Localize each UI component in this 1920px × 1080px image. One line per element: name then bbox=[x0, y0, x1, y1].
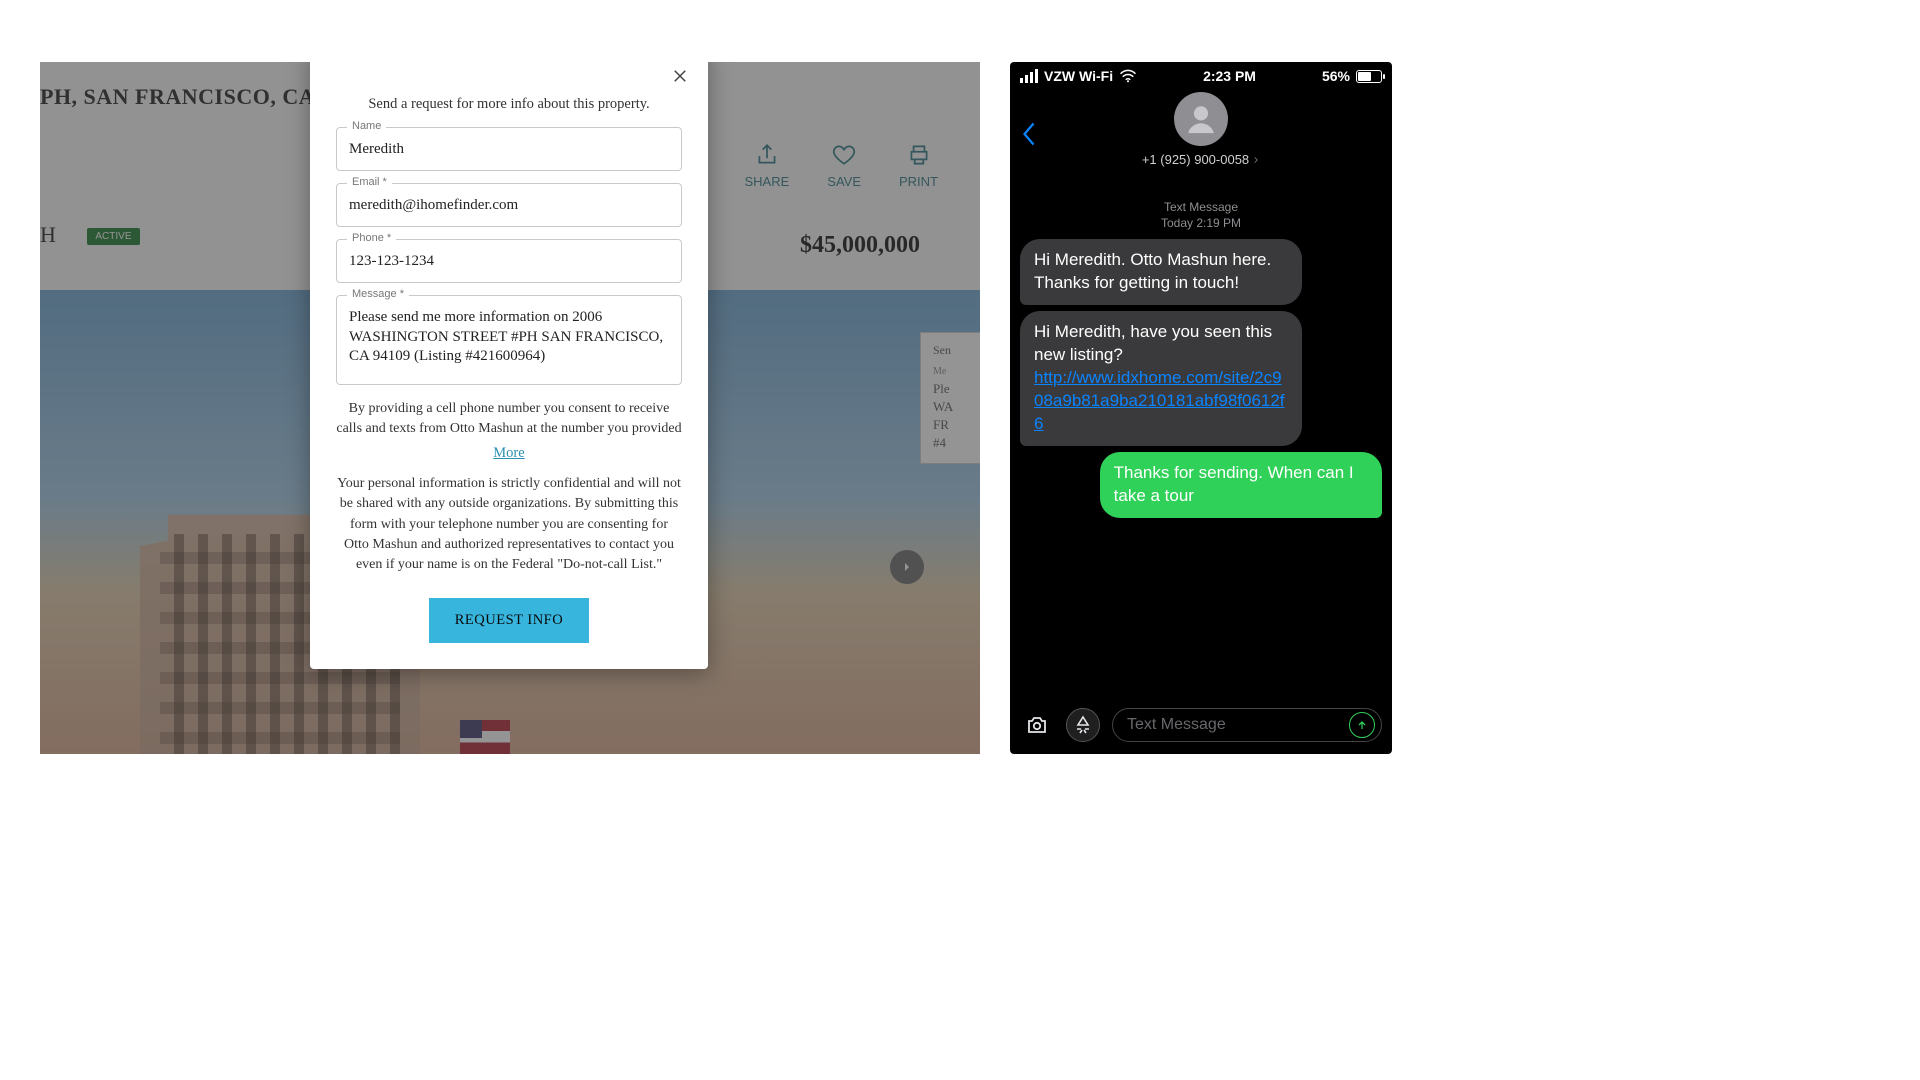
chevron-right-icon bbox=[1252, 156, 1260, 164]
outgoing-message: Thanks for sending. When can I take a to… bbox=[1100, 452, 1382, 518]
phone-field-wrapper: Phone * bbox=[336, 239, 682, 283]
message-input[interactable]: Text Message bbox=[1112, 708, 1382, 742]
contact-number-row[interactable]: +1 (925) 900-0058 bbox=[1142, 152, 1260, 167]
message-link[interactable]: http://www.idxhome.com/site/2c908a9b81a9… bbox=[1034, 368, 1285, 433]
camera-button[interactable] bbox=[1020, 708, 1054, 742]
name-field-wrapper: Name bbox=[336, 127, 682, 171]
message-placeholder: Text Message bbox=[1127, 716, 1349, 734]
more-link[interactable]: More bbox=[336, 445, 682, 462]
listing-screenshot: PH, SAN FRANCISCO, CA SHARE SAVE PRINT H… bbox=[40, 62, 980, 754]
email-label: Email * bbox=[347, 176, 392, 188]
arrow-up-icon bbox=[1356, 719, 1368, 731]
battery-pct: 56% bbox=[1322, 68, 1350, 84]
modal-close-button[interactable] bbox=[666, 62, 694, 90]
camera-icon bbox=[1025, 713, 1049, 737]
back-button[interactable] bbox=[1020, 120, 1038, 153]
message-text: Hi Meredith, have you seen this new list… bbox=[1034, 322, 1272, 364]
incoming-message: Hi Meredith, have you seen this new list… bbox=[1020, 311, 1302, 446]
message-list[interactable]: Hi Meredith. Otto Mashun here. Thanks fo… bbox=[1010, 239, 1392, 704]
close-icon bbox=[671, 67, 689, 85]
message-composer: Text Message bbox=[1010, 704, 1392, 754]
consent-text: By providing a cell phone number you con… bbox=[336, 399, 682, 440]
status-left: VZW Wi-Fi bbox=[1020, 68, 1137, 84]
message-field-wrapper: Message * bbox=[336, 295, 682, 385]
phone-input[interactable] bbox=[349, 253, 669, 270]
request-info-button[interactable]: REQUEST INFO bbox=[429, 598, 589, 643]
phone-frame: VZW Wi-Fi 2:23 PM 56% +1 (925) 900-0058 … bbox=[1010, 62, 1392, 754]
meta-line2: Today 2:19 PM bbox=[1010, 216, 1392, 232]
chevron-left-icon bbox=[1020, 120, 1038, 148]
app-store-button[interactable] bbox=[1066, 708, 1100, 742]
contact-number: +1 (925) 900-0058 bbox=[1142, 152, 1249, 167]
email-input[interactable] bbox=[349, 197, 669, 214]
phone-label: Phone * bbox=[347, 232, 396, 244]
person-icon bbox=[1184, 102, 1218, 136]
message-label: Message * bbox=[347, 288, 409, 300]
signal-icon bbox=[1020, 69, 1038, 83]
contact-avatar[interactable] bbox=[1174, 92, 1228, 146]
send-button[interactable] bbox=[1349, 712, 1375, 738]
carrier-label: VZW Wi-Fi bbox=[1044, 68, 1113, 84]
message-meta: Text Message Today 2:19 PM bbox=[1010, 200, 1392, 231]
status-right: 56% bbox=[1322, 68, 1382, 84]
message-textarea[interactable] bbox=[349, 308, 669, 367]
incoming-message: Hi Meredith. Otto Mashun here. Thanks fo… bbox=[1020, 239, 1302, 305]
status-bar: VZW Wi-Fi 2:23 PM 56% bbox=[1010, 62, 1392, 90]
app-store-icon bbox=[1071, 713, 1095, 737]
meta-line1: Text Message bbox=[1010, 200, 1392, 216]
battery-icon bbox=[1356, 70, 1382, 83]
conversation-header: +1 (925) 900-0058 bbox=[1010, 90, 1392, 186]
wifi-icon bbox=[1119, 69, 1137, 83]
name-label: Name bbox=[347, 120, 386, 132]
request-info-modal: Send a request for more info about this … bbox=[310, 62, 708, 669]
name-input[interactable] bbox=[349, 141, 669, 158]
email-field-wrapper: Email * bbox=[336, 183, 682, 227]
modal-intro-text: Send a request for more info about this … bbox=[336, 96, 682, 113]
status-time: 2:23 PM bbox=[1203, 68, 1256, 84]
privacy-text: Your personal information is strictly co… bbox=[336, 474, 682, 575]
